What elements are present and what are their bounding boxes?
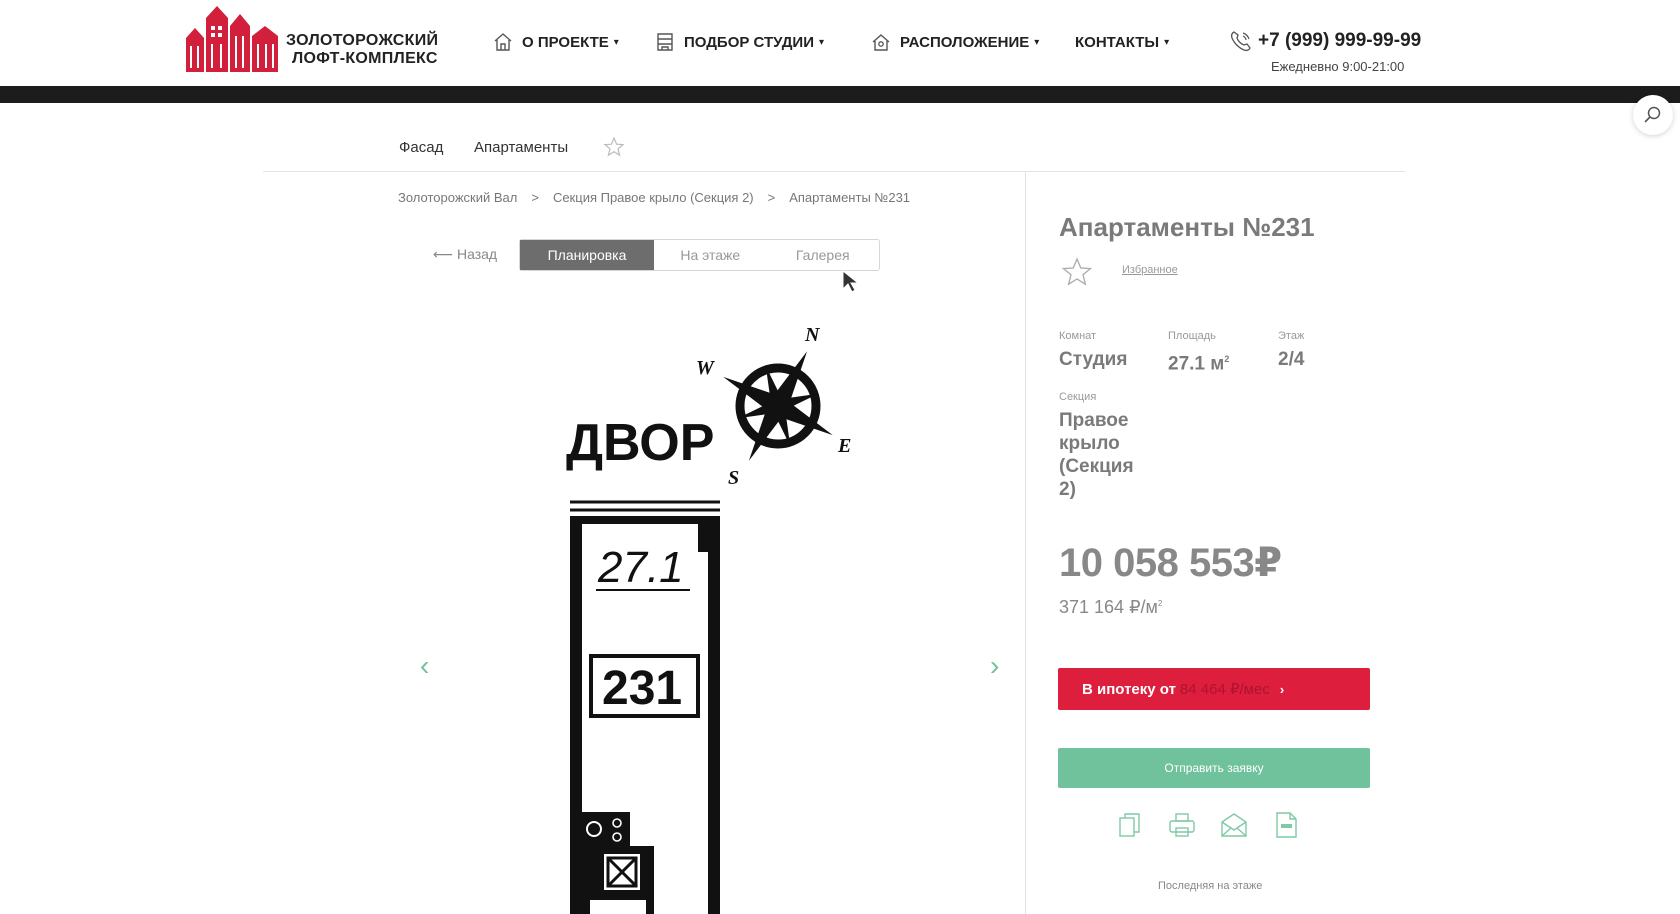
breadcrumb-separator: > [767, 190, 776, 205]
logo-line-1: ЗОЛОТОРОЖСКИЙ [286, 32, 439, 49]
breadcrumb-item-street[interactable]: Золоторожский Вал [398, 190, 517, 205]
floor-plan: N W E S ДВОР 27.1 231 [560, 318, 880, 914]
mail-icon[interactable] [1219, 810, 1249, 840]
search-icon [1644, 106, 1661, 123]
chevron-down-icon: ▾ [1034, 36, 1040, 48]
last-on-floor-label: Последняя на этаже [1158, 880, 1263, 892]
print-icon[interactable] [1167, 810, 1197, 840]
section-label: Секция [1059, 391, 1097, 403]
chevron-down-icon: ▾ [1164, 36, 1170, 48]
logo-line-2: ЛОФТ-КОМПЛЕКС [292, 50, 438, 67]
chevron-right-icon: › [1279, 681, 1285, 697]
back-link[interactable]: ⟵ Назад [433, 246, 497, 263]
phone-icon [1230, 31, 1251, 52]
compass-w-label: W [696, 357, 715, 379]
unit-number-label: 231 [602, 662, 682, 715]
floor-label: Этаж [1278, 330, 1305, 342]
floor-value: 2/4 [1278, 349, 1305, 370]
chevron-down-icon: ▾ [613, 36, 619, 48]
working-hours: Ежедневно 9:00-21:00 [1271, 59, 1405, 74]
mortgage-button[interactable]: В ипотеку от 84 464 ₽/мес › [1058, 668, 1370, 710]
area-value: 27.1 м2 [1168, 353, 1230, 375]
area-label: Площадь [1168, 330, 1216, 342]
compass-e-label: E [837, 435, 851, 457]
chevron-down-icon: ▾ [819, 36, 825, 48]
compass-rose-icon [723, 351, 833, 461]
section-value: Правое крыло (Секция 2) [1059, 410, 1134, 500]
next-plan-arrow[interactable]: › [990, 650, 999, 682]
rooms-value: Студия [1059, 349, 1128, 370]
favorite-link[interactable]: Избранное [1122, 264, 1178, 276]
phone-link[interactable]: +7 (999) 999-99-99 [1228, 28, 1421, 54]
nav-item-about[interactable]: О ПРОЕКТЕ ▾ [492, 30, 619, 54]
subnav-apartments[interactable]: Апартаменты [474, 139, 568, 156]
price-total: 10 058 553₽ [1059, 541, 1282, 585]
breadcrumb-item-section[interactable]: Секция Правое крыло (Секция 2) [553, 190, 754, 205]
breadcrumb-separator: > [531, 190, 539, 205]
logo-buildings-icon [186, 6, 278, 72]
section-subnav: Фасад Апартаменты [263, 130, 1405, 172]
site-logo[interactable]: ЗОЛОТОРОЖСКИЙ ЛОФТ-КОМПЛЕКС [184, 4, 454, 72]
subnav-facade[interactable]: Фасад [399, 139, 443, 156]
compass-n-label: N [804, 324, 821, 346]
search-button[interactable] [1633, 95, 1673, 135]
tab-layout[interactable]: Планировка [520, 240, 654, 270]
header-divider-bar [0, 86, 1680, 103]
send-request-button[interactable]: Отправить заявку [1058, 748, 1370, 788]
floor-plan-drawing: N W E S ДВОР 27.1 231 [566, 324, 851, 914]
breadcrumb-item-current: Апартаменты №231 [789, 190, 911, 205]
mortgage-amount: 84 464 ₽/мес [1179, 681, 1270, 698]
nav-item-select-studio[interactable]: ПОДБОР СТУДИИ ▾ [654, 30, 824, 54]
area-label: 27.1 [597, 543, 684, 592]
mouse-cursor-icon [842, 270, 860, 293]
nav-item-contacts[interactable]: КОНТАКТЫ ▾ [1075, 30, 1169, 54]
tab-gallery[interactable]: Галерея [767, 240, 880, 270]
house-icon [494, 33, 512, 51]
apartment-title: Апартаменты №231 [1059, 212, 1315, 242]
site-header: ЗОЛОТОРОЖСКИЙ ЛОФТ-КОМПЛЕКС О ПРОЕКТЕ ▾ … [0, 0, 1680, 86]
compass-s-label: S [728, 467, 739, 489]
rooms-label: Комнат [1059, 330, 1097, 342]
courtyard-label: ДВОР [566, 414, 714, 472]
breadcrumb: Золоторожский Вал > Секция Правое крыло … [398, 190, 910, 205]
price-per-m2: 371 164 ₽/м2 [1059, 597, 1163, 617]
panel-divider [1025, 172, 1026, 914]
share-actions [1115, 810, 1315, 842]
location-icon [872, 34, 890, 51]
tab-on-floor[interactable]: На этаже [654, 240, 767, 270]
building-icon [657, 33, 673, 51]
star-icon[interactable] [603, 136, 625, 158]
pdf-icon[interactable] [1271, 810, 1301, 840]
view-tabs: Планировка На этаже Галерея [519, 239, 880, 271]
nav-item-location[interactable]: РАСПОЛОЖЕНИЕ ▾ [870, 30, 1039, 54]
favorite-star-icon[interactable] [1061, 256, 1093, 288]
copy-icon[interactable] [1115, 810, 1145, 840]
prev-plan-arrow[interactable]: ‹ [420, 650, 429, 682]
